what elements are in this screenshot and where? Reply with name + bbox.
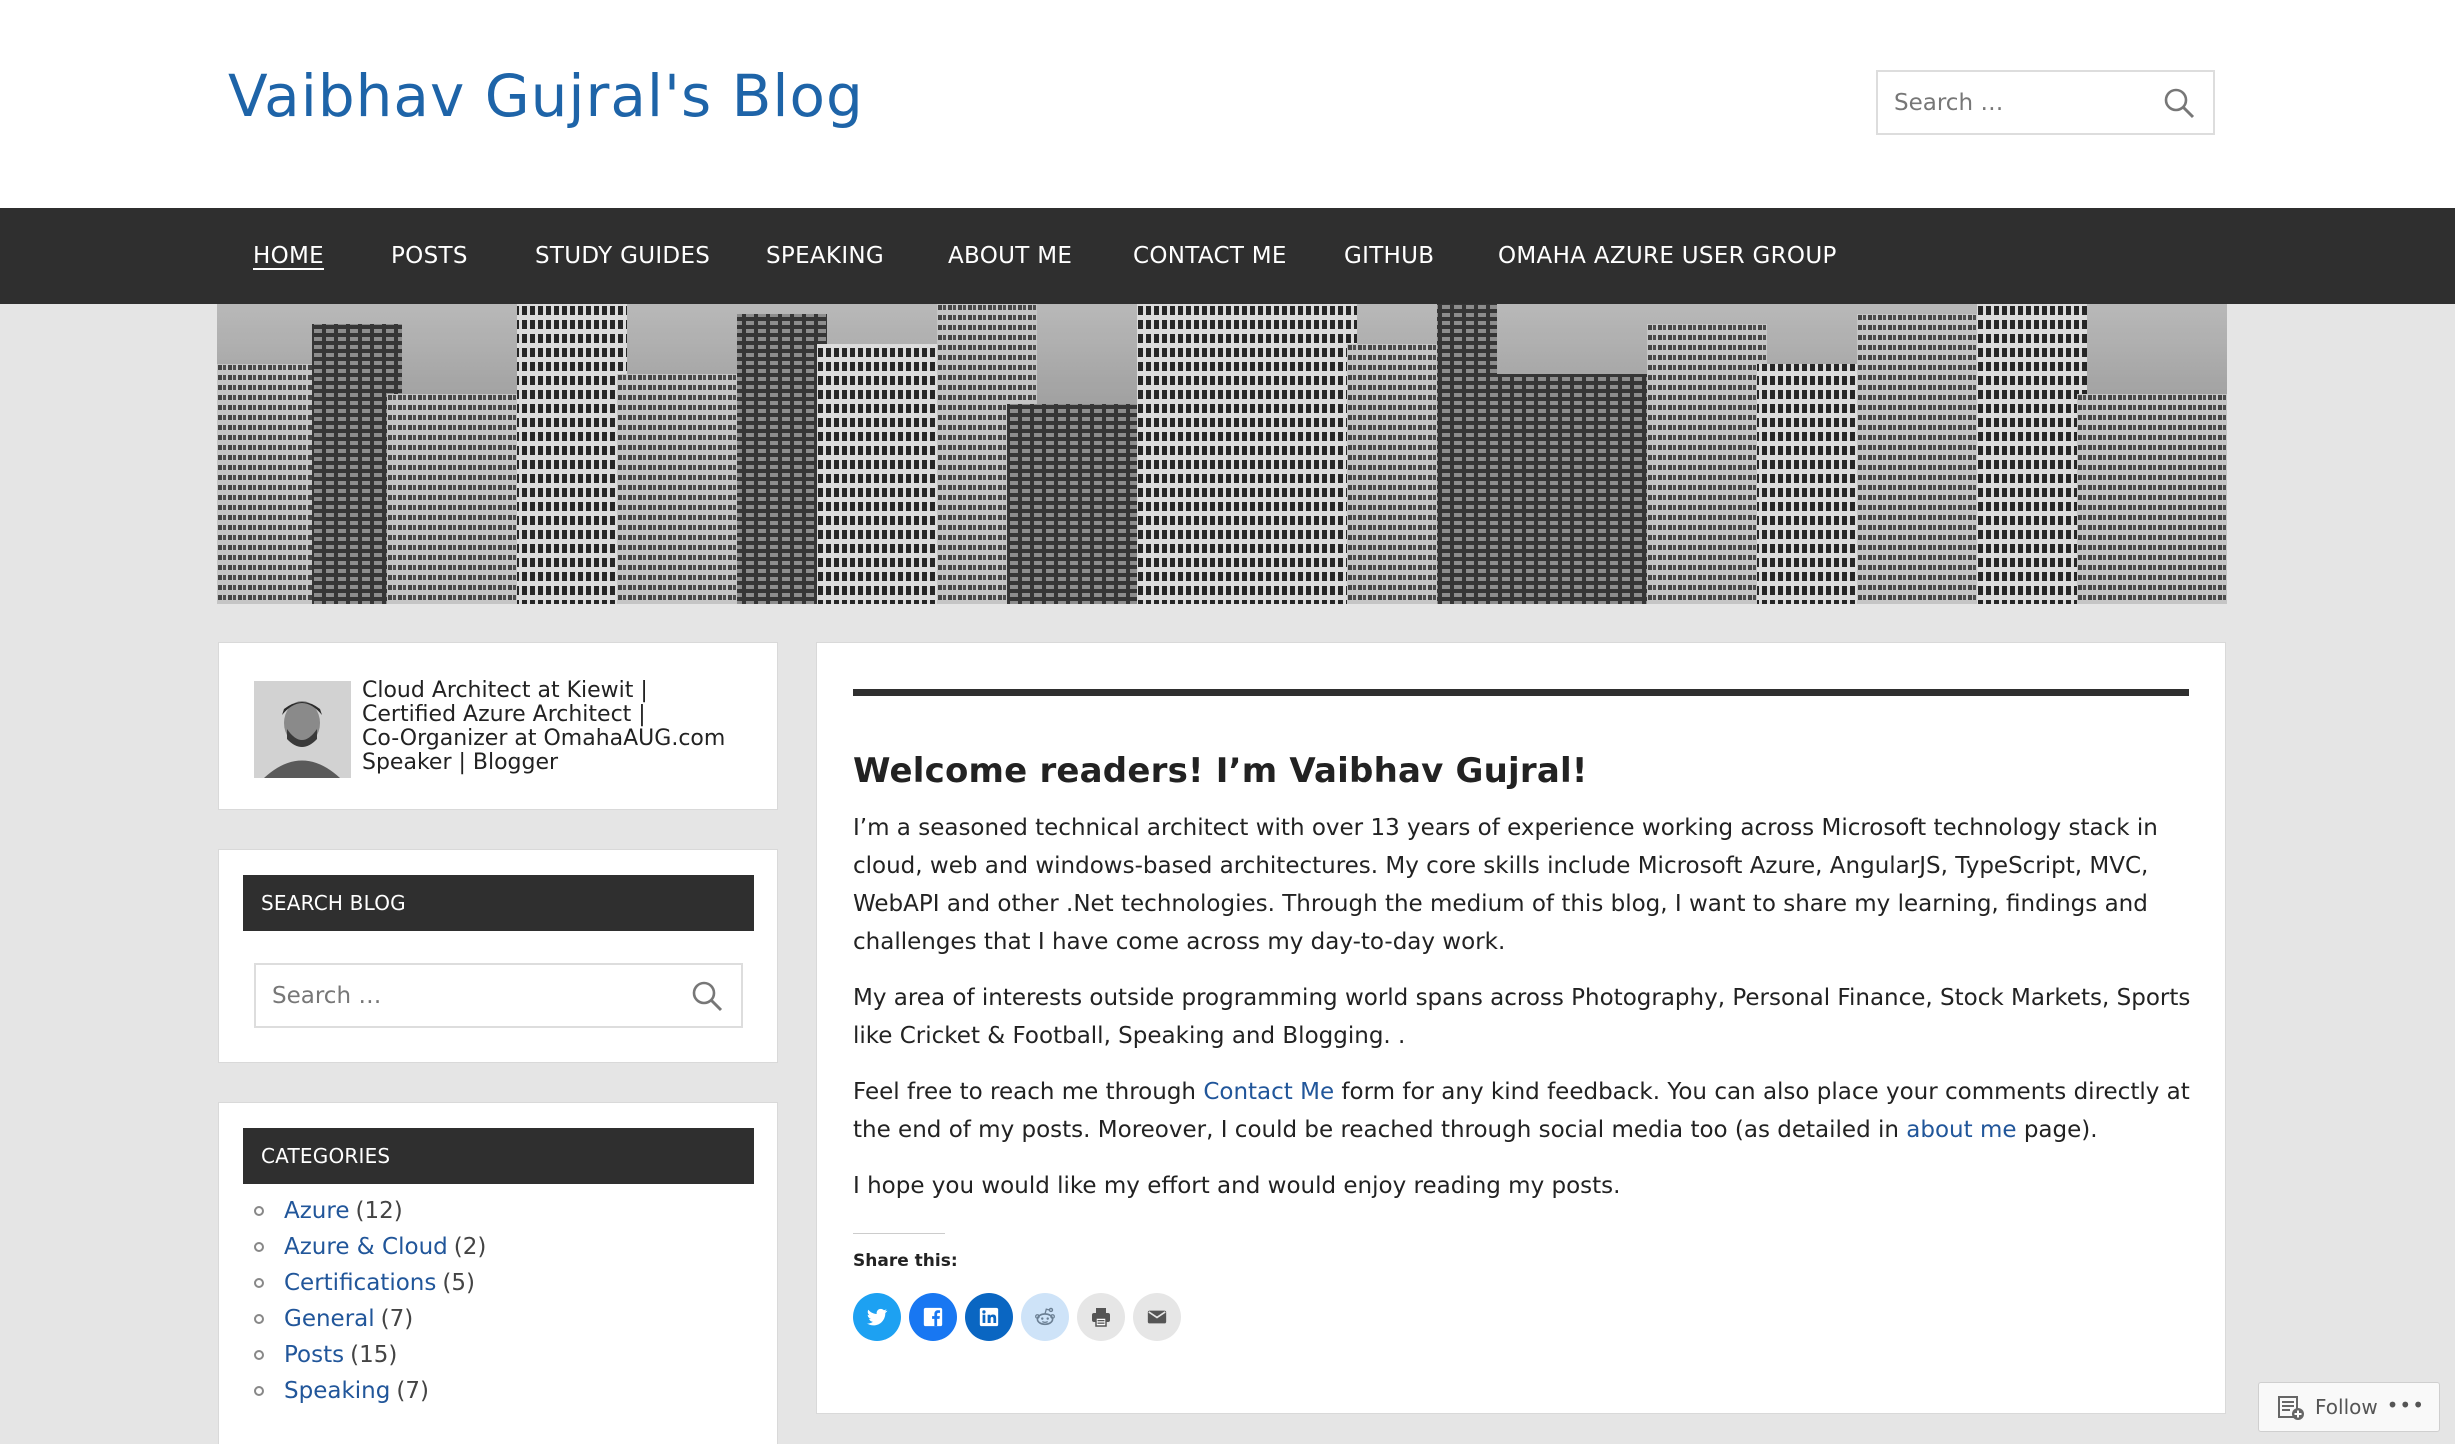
nav-item-github[interactable]: GITHUB [1344, 208, 1434, 304]
categories-list: Azure (12) Azure & Cloud (2) Certification… [254, 1193, 486, 1409]
share-label: Share this: [853, 1251, 958, 1271]
share-buttons [853, 1293, 1181, 1341]
list-item: Certifications (5) [254, 1265, 486, 1301]
main-navigation: HOME POSTS STUDY GUIDES SPEAKING ABOUT M… [0, 208, 2455, 304]
list-item: Azure (12) [254, 1193, 486, 1229]
share-linkedin-button[interactable] [965, 1293, 1013, 1341]
site-header: Vaibhav Gujral's Blog [0, 0, 2455, 208]
category-count: (7) [380, 1306, 414, 1332]
bullet-icon [254, 1278, 264, 1288]
print-icon [1092, 1308, 1110, 1327]
nav-item-home[interactable]: HOME [253, 208, 324, 304]
nav-item-about-me[interactable]: ABOUT ME [948, 208, 1072, 304]
post-paragraph-4: I hope you would like my effort and woul… [853, 1173, 1621, 1199]
categories-widget: CATEGORIES Azure (12) Azure & Cloud (2) Ce… [218, 1102, 778, 1444]
list-item: Speaking (7) [254, 1373, 486, 1409]
post-paragraph-2: My area of interests outside programming… [853, 985, 2191, 1049]
profile-photo [254, 681, 351, 778]
category-link-azure-cloud[interactable]: Azure & Cloud [284, 1234, 448, 1260]
search-blog-heading: SEARCH BLOG [243, 875, 754, 931]
post-paragraph-3: Feel free to reach me through Contact Me… [853, 1079, 2190, 1143]
bullet-icon [254, 1386, 264, 1396]
site-title[interactable]: Vaibhav Gujral's Blog [228, 62, 864, 130]
header-search-form [1876, 70, 2215, 135]
follow-label: Follow [2315, 1395, 2378, 1419]
header-search-input[interactable] [1894, 72, 2156, 133]
share-twitter-button[interactable] [853, 1293, 901, 1341]
profile-bio-line-4: Speaker | Blogger [362, 750, 559, 775]
profile-bio-line-3: Co-Organizer at OmahaAUG.com [362, 726, 726, 751]
category-count: (5) [442, 1270, 475, 1296]
category-count: (7) [396, 1378, 429, 1404]
twitter-icon [867, 1308, 888, 1326]
article-divider [853, 689, 2189, 696]
post-body: I’m a seasoned technical architect with … [853, 809, 2193, 1223]
profile-bio: Cloud Architect at Kiewit | Certified Az… [362, 679, 762, 775]
nav-item-contact-me[interactable]: CONTACT ME [1133, 208, 1287, 304]
about-me-link[interactable]: about me [1906, 1117, 2016, 1143]
category-link-azure[interactable]: Azure [284, 1198, 350, 1224]
profile-bio-line-1: Cloud Architect at Kiewit | [362, 678, 648, 703]
sidebar-search-form [254, 963, 743, 1028]
search-icon[interactable] [689, 978, 725, 1014]
share-reddit-button[interactable] [1021, 1293, 1069, 1341]
bullet-icon [254, 1314, 264, 1324]
category-count: (2) [453, 1234, 487, 1260]
reddit-icon [1035, 1307, 1055, 1326]
category-count: (12) [355, 1198, 403, 1224]
profile-widget: Cloud Architect at Kiewit | Certified Az… [218, 642, 778, 810]
category-link-posts[interactable]: Posts [284, 1342, 344, 1368]
list-item: Posts (15) [254, 1337, 486, 1373]
follow-icon [2278, 1396, 2304, 1420]
share-facebook-button[interactable] [909, 1293, 957, 1341]
category-link-speaking[interactable]: Speaking [284, 1378, 390, 1404]
facebook-icon [923, 1307, 943, 1327]
profile-bio-line-2: Certified Azure Architect | [362, 702, 646, 727]
categories-heading: CATEGORIES [243, 1128, 754, 1184]
share-divider [853, 1233, 945, 1234]
nav-item-omaha-azure-user-group[interactable]: OMAHA AZURE USER GROUP [1498, 208, 1837, 304]
email-icon [1147, 1310, 1167, 1324]
bullet-icon [254, 1350, 264, 1360]
post-paragraph-1: I’m a seasoned technical architect with … [853, 815, 2158, 955]
list-item: General (7) [254, 1301, 486, 1337]
follow-button[interactable]: Follow ••• [2258, 1382, 2440, 1432]
nav-item-speaking[interactable]: SPEAKING [766, 208, 884, 304]
category-link-certifications[interactable]: Certifications [284, 1270, 436, 1296]
bullet-icon [254, 1206, 264, 1216]
header-banner-image [217, 304, 2227, 604]
more-options-icon[interactable]: ••• [2387, 1393, 2425, 1417]
linkedin-icon [979, 1307, 999, 1327]
bullet-icon [254, 1242, 264, 1252]
search-blog-widget: SEARCH BLOG [218, 849, 778, 1063]
category-count: (15) [350, 1342, 398, 1368]
main-article: Welcome readers! I’m Vaibhav Gujral! I’m… [816, 642, 2226, 1414]
post-title: Welcome readers! I’m Vaibhav Gujral! [853, 751, 1588, 791]
list-item: Azure & Cloud (2) [254, 1229, 486, 1265]
share-print-button[interactable] [1077, 1293, 1125, 1341]
category-link-general[interactable]: General [284, 1306, 375, 1332]
search-icon[interactable] [2161, 85, 2197, 121]
nav-item-study-guides[interactable]: STUDY GUIDES [535, 208, 710, 304]
nav-item-posts[interactable]: POSTS [391, 208, 468, 304]
sidebar-search-input[interactable] [272, 965, 651, 1026]
share-email-button[interactable] [1133, 1293, 1181, 1341]
contact-me-link[interactable]: Contact Me [1203, 1079, 1334, 1105]
